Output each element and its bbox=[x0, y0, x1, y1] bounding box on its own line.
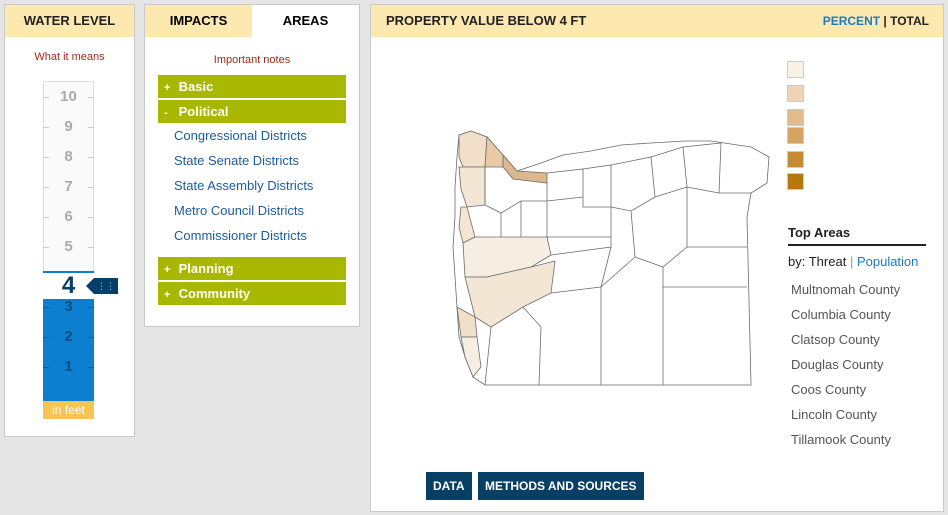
legend-swatch-5 bbox=[787, 151, 804, 168]
list-item[interactable]: Clatsop County bbox=[788, 331, 926, 356]
legend-swatch-3 bbox=[787, 109, 804, 126]
gauge-tick: 8 bbox=[43, 147, 94, 167]
unit-label: in feet bbox=[43, 401, 94, 419]
sort-by-line: by: Threat | Population bbox=[788, 254, 926, 269]
gauge-tick: 1 bbox=[43, 357, 94, 377]
legend-swatch-2 bbox=[787, 85, 804, 102]
accordion-label: Community bbox=[178, 286, 251, 301]
list-item[interactable]: Coos County bbox=[788, 381, 926, 406]
expand-icon: + bbox=[164, 289, 171, 301]
sort-population[interactable]: Population bbox=[857, 254, 918, 269]
legend-swatch-1 bbox=[787, 61, 804, 78]
sort-by-label: by: bbox=[788, 254, 806, 269]
gauge-tick: 10 bbox=[43, 87, 94, 107]
area-accordion: + Basic - Political Congressional Distri… bbox=[158, 75, 346, 305]
accordion-basic[interactable]: + Basic bbox=[158, 75, 346, 98]
accordion-political[interactable]: - Political bbox=[158, 100, 346, 123]
property-title-bar: Property value below 4 ft PERCENT | TOTA… bbox=[371, 5, 943, 37]
top-areas-list: Multnomah County Columbia County Clatsop… bbox=[788, 281, 926, 456]
toggle-separator: | bbox=[883, 14, 887, 28]
important-notes-link[interactable]: Important notes bbox=[145, 54, 359, 66]
what-it-means-link[interactable]: What it means bbox=[5, 51, 134, 63]
accordion-community[interactable]: + Community bbox=[158, 282, 346, 305]
gauge-tick: 2 bbox=[43, 327, 94, 347]
accordion-planning[interactable]: + Planning bbox=[158, 257, 346, 280]
list-item[interactable]: Douglas County bbox=[788, 356, 926, 381]
accordion-label: Political bbox=[178, 104, 229, 119]
state-senate-districts-link[interactable]: State Senate Districts bbox=[158, 152, 346, 177]
gauge-tick: 6 bbox=[43, 207, 94, 227]
sort-threat[interactable]: Threat bbox=[809, 254, 847, 269]
list-item[interactable]: Tillamook County bbox=[788, 431, 926, 456]
collapse-icon: - bbox=[164, 107, 168, 119]
county-clatsop bbox=[458, 130, 488, 168]
gauge-tick: 5 bbox=[43, 237, 94, 257]
accordion-label: Basic bbox=[178, 79, 214, 94]
tab-impacts[interactable]: Impacts bbox=[145, 5, 252, 37]
top-areas-section: Top Areas by: Threat | Population Multno… bbox=[788, 225, 926, 456]
gauge-tick: 7 bbox=[43, 177, 94, 197]
methods-and-sources-button[interactable]: METHODS AND SOURCES bbox=[478, 472, 644, 500]
legend-swatch-6 bbox=[787, 173, 804, 190]
congressional-districts-link[interactable]: Congressional Districts bbox=[158, 127, 346, 152]
water-level-handle[interactable]: 4 ⋮⋮ bbox=[43, 273, 119, 299]
oregon-county-map[interactable] bbox=[451, 127, 781, 392]
water-level-panel: Water Level What it means 10 9 8 7 6 5 3 2 1 4 ⋮… bbox=[4, 4, 135, 437]
tab-areas[interactable]: Areas bbox=[252, 5, 359, 37]
percent-total-toggle: PERCENT | TOTAL bbox=[823, 5, 929, 37]
sort-separator: | bbox=[849, 254, 854, 269]
expand-icon: + bbox=[164, 264, 171, 276]
political-items: Congressional Districts State Senate Dis… bbox=[158, 127, 346, 252]
list-item[interactable]: Columbia County bbox=[788, 306, 926, 331]
accordion-label: Planning bbox=[178, 261, 234, 276]
property-title: Property value below 4 ft bbox=[386, 13, 587, 28]
data-button[interactable]: DATA bbox=[426, 472, 472, 500]
county-curry bbox=[460, 336, 482, 378]
grip-icon[interactable]: ⋮⋮ bbox=[86, 278, 118, 294]
list-item[interactable]: Lincoln County bbox=[788, 406, 926, 431]
total-option[interactable]: TOTAL bbox=[890, 14, 929, 28]
property-value-panel: Property value below 4 ft PERCENT | TOTA… bbox=[370, 4, 944, 512]
metro-council-districts-link[interactable]: Metro Council Districts bbox=[158, 202, 346, 227]
top-areas-title: Top Areas bbox=[788, 225, 926, 246]
percent-option[interactable]: PERCENT bbox=[823, 14, 880, 28]
panel-tabs: Impacts Areas bbox=[145, 5, 359, 37]
county-columbia bbox=[484, 136, 504, 168]
water-level-title: Water Level bbox=[5, 5, 134, 37]
legend-swatch-4 bbox=[787, 127, 804, 144]
commissioner-districts-link[interactable]: Commissioner Districts bbox=[158, 227, 346, 252]
state-assembly-districts-link[interactable]: State Assembly Districts bbox=[158, 177, 346, 202]
gauge-tick: 9 bbox=[43, 117, 94, 137]
expand-icon: + bbox=[164, 82, 171, 94]
list-item[interactable]: Multnomah County bbox=[788, 281, 926, 306]
water-level-gauge[interactable]: 10 9 8 7 6 5 3 2 1 4 ⋮⋮ in feet bbox=[43, 81, 118, 419]
areas-panel: Impacts Areas Important notes + Basic - … bbox=[144, 4, 360, 327]
gauge-tick: 3 bbox=[43, 297, 94, 317]
